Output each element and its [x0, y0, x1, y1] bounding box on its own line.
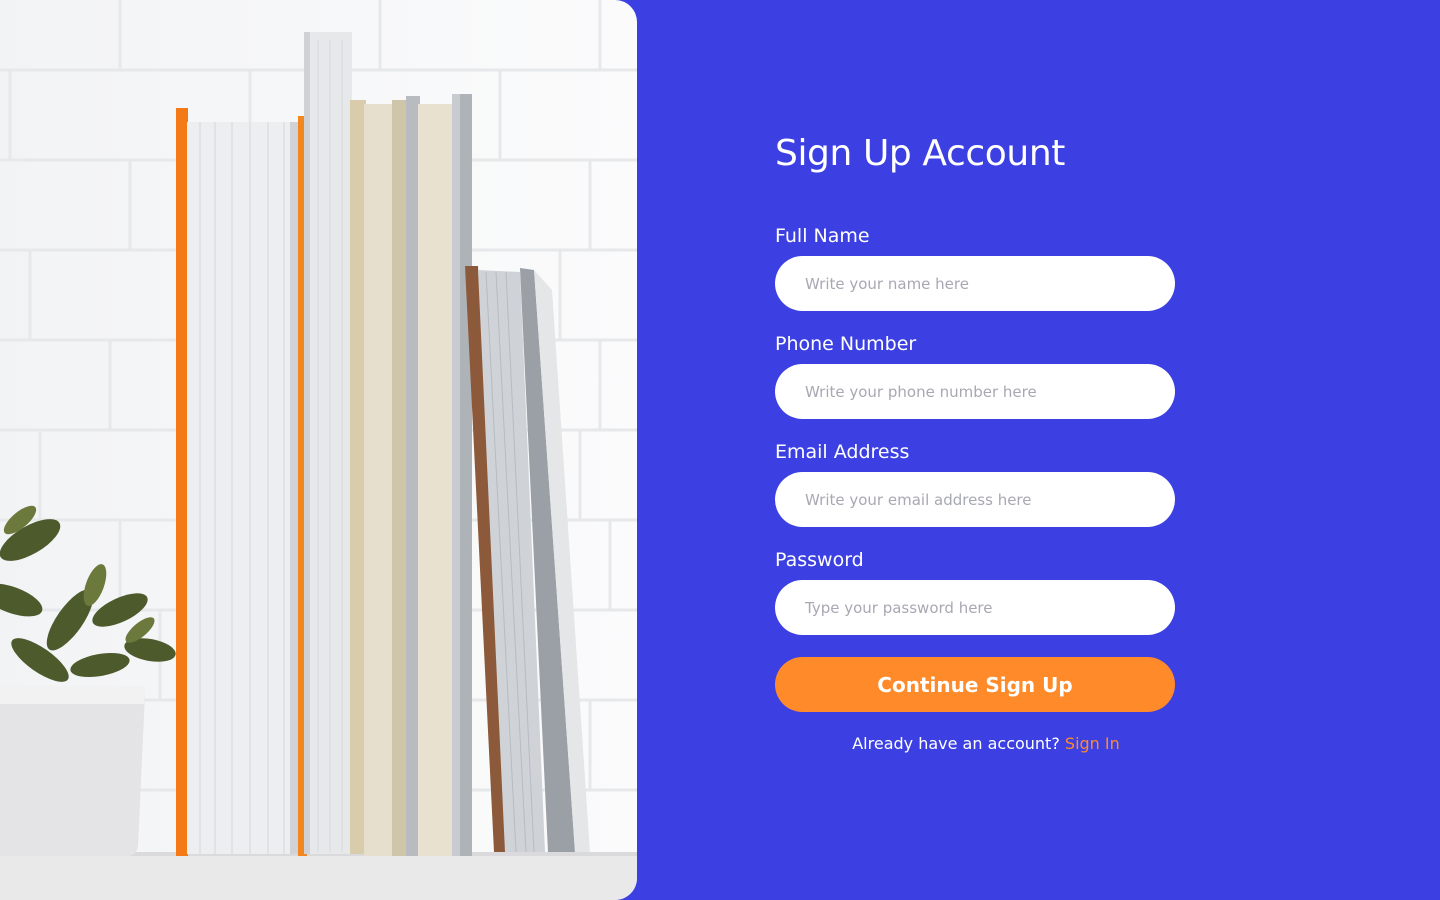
form-body: Full Name Phone Number Email Address Pas…: [775, 222, 1175, 755]
signin-prompt-text: Already have an account?: [852, 734, 1060, 753]
hero-photo: [0, 0, 637, 900]
email-address-label: Email Address: [775, 441, 910, 463]
password-group: Password: [775, 546, 1175, 635]
phone-number-group: Phone Number: [775, 330, 1175, 419]
full-name-label: Full Name: [775, 225, 870, 247]
full-name-input[interactable]: [775, 256, 1175, 311]
email-address-group: Email Address: [775, 438, 1175, 527]
signup-form: Sign Up Account Full Name Phone Number E…: [775, 128, 1175, 753]
page-title: Sign Up Account: [775, 133, 1065, 174]
phone-number-label: Phone Number: [775, 333, 917, 355]
password-label: Password: [775, 549, 864, 571]
email-address-input[interactable]: [775, 472, 1175, 527]
signin-prompt-line: Already have an account? Sign In: [775, 733, 1175, 755]
sign-in-link[interactable]: Sign In: [1065, 734, 1120, 753]
full-name-group: Full Name: [775, 222, 1175, 311]
password-input[interactable]: [775, 580, 1175, 635]
phone-number-input[interactable]: [775, 364, 1175, 419]
continue-sign-up-button[interactable]: Continue Sign Up: [775, 657, 1175, 712]
books-and-plant-illustration: [0, 0, 637, 900]
